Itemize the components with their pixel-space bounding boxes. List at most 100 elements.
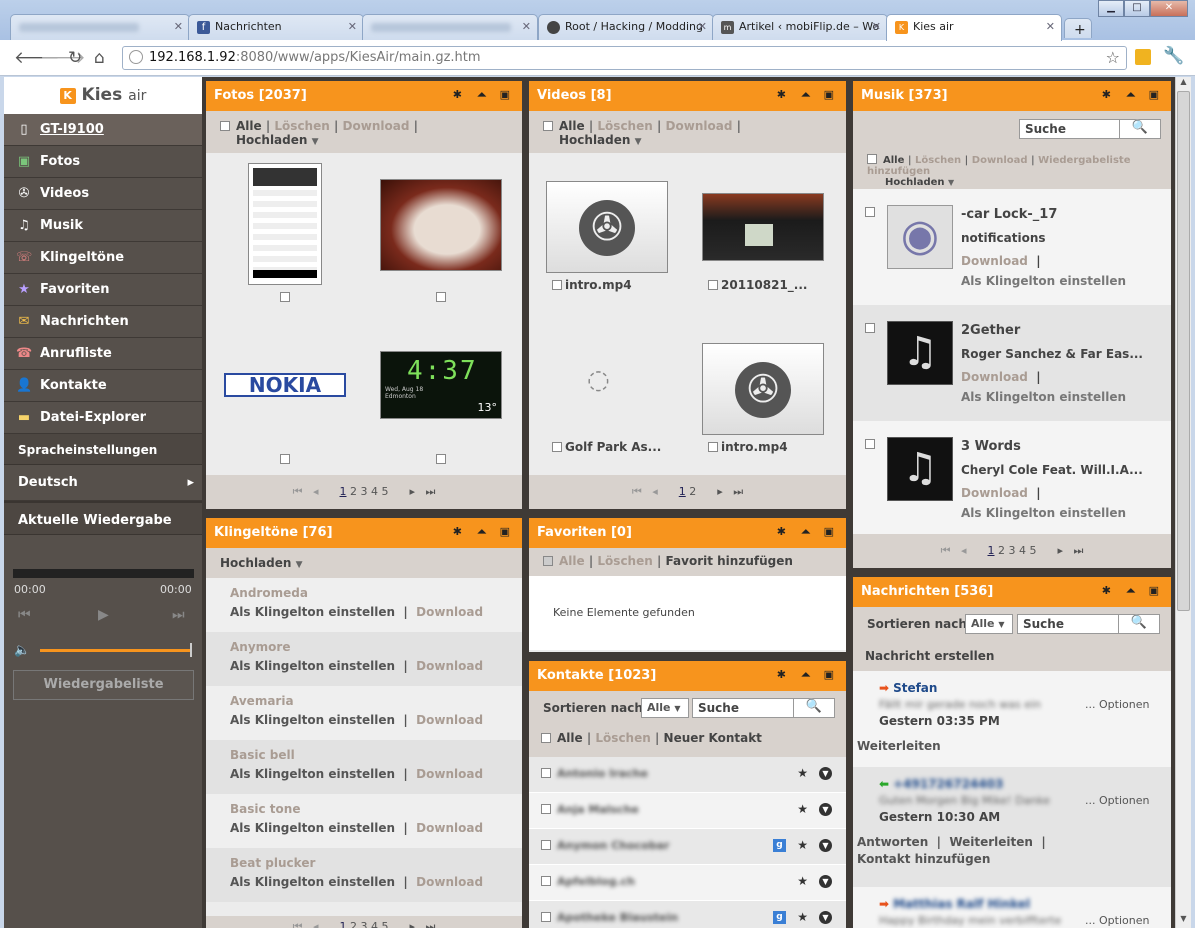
collapse-icon[interactable]: ⏶: [801, 668, 810, 682]
ringtone-download-link[interactable]: Download: [416, 875, 483, 889]
new-contact-button[interactable]: Neuer Kontakt: [664, 731, 762, 745]
download-button[interactable]: Download: [343, 119, 410, 133]
sort-select[interactable]: Alle ▼: [965, 614, 1013, 634]
set-ringtone-link[interactable]: Als Klingelton einstellen: [961, 274, 1126, 288]
ringtone-download-link[interactable]: Download: [416, 659, 483, 673]
chevron-down-icon[interactable]: ▼: [819, 839, 832, 852]
contact-checkbox[interactable]: [541, 840, 551, 850]
close-tab-icon[interactable]: ✕: [174, 20, 183, 33]
sidebar-device[interactable]: ▯ GT-I9100: [4, 114, 202, 146]
page-link[interactable]: 2: [998, 544, 1005, 557]
video-thumbnail[interactable]: ✇: [702, 343, 824, 435]
contact-row[interactable]: Antonio Irache ★ ▼: [529, 757, 846, 793]
close-tab-icon[interactable]: ✕: [698, 20, 707, 33]
previous-icon[interactable]: ⏮: [18, 607, 31, 623]
alle-label[interactable]: Alle: [883, 155, 904, 166]
set-ringtone-link[interactable]: Als Klingelton einstellen: [230, 659, 395, 673]
ringtone-download-link[interactable]: Download: [416, 767, 483, 781]
star-icon[interactable]: ★: [797, 766, 808, 780]
close-tab-icon[interactable]: ✕: [522, 20, 531, 33]
ringtone-item[interactable]: Anymore Als Klingelton einstellen | Downl…: [206, 632, 522, 686]
close-window-button[interactable]: ✕: [1150, 0, 1188, 17]
options-link[interactable]: ... Optionen: [1085, 914, 1149, 927]
page-link[interactable]: 2: [350, 485, 357, 498]
contact-search-input[interactable]: Suche: [692, 698, 794, 718]
scroll-down-icon[interactable]: ▼: [1177, 914, 1190, 928]
chevron-down-icon[interactable]: ▼: [819, 767, 832, 780]
page-link[interactable]: 5: [1030, 544, 1037, 557]
photo-thumbnail[interactable]: 4:37 Wed, Aug 18 Edmonton 13°: [380, 351, 502, 419]
upload-button[interactable]: Hochladen: [885, 177, 945, 188]
message-action-link[interactable]: Weiterleiten: [857, 739, 941, 753]
first-page-icon[interactable]: ⏮: [632, 485, 642, 498]
video-label[interactable]: 20110821_...: [708, 278, 807, 292]
collapse-icon[interactable]: ⏶: [1126, 88, 1135, 102]
settings-icon[interactable]: ✱: [777, 88, 786, 101]
maximize-button[interactable]: □: [1124, 0, 1150, 17]
prev-page-icon[interactable]: ◂: [652, 485, 658, 498]
set-ringtone-link[interactable]: Als Klingelton einstellen: [230, 875, 395, 889]
message-item[interactable]: ➡ Matthias Ralf Hinkel Happy Birthday mein…: [853, 887, 1171, 928]
options-link[interactable]: ... Optionen: [1085, 698, 1149, 711]
select-all-checkbox[interactable]: [541, 733, 551, 743]
page-link[interactable]: 4: [371, 920, 378, 928]
home-icon[interactable]: ⌂: [94, 48, 105, 68]
maximize-icon[interactable]: ▣: [500, 525, 510, 538]
video-label[interactable]: intro.mp4: [552, 278, 632, 292]
sidebar-item-klingeltoene[interactable]: ☏ Klingeltöne: [4, 242, 202, 274]
prev-page-icon[interactable]: ◂: [313, 920, 319, 928]
browser-tab-2[interactable]: f Nachrichten ✕: [188, 14, 364, 40]
sort-select[interactable]: Alle ▼: [641, 698, 689, 718]
prev-page-icon[interactable]: ◂: [313, 485, 319, 498]
sidebar-item-musik[interactable]: ♫ Musik: [4, 210, 202, 242]
video-checkbox[interactable]: [552, 280, 562, 290]
new-tab-button[interactable]: +: [1064, 18, 1092, 38]
close-tab-icon[interactable]: ✕: [872, 20, 881, 33]
sidebar-item-nachrichten[interactable]: ✉ Nachrichten: [4, 306, 202, 338]
select-all-checkbox[interactable]: [543, 556, 553, 566]
next-icon[interactable]: ⏭: [172, 607, 185, 623]
first-page-icon[interactable]: ⏮: [293, 920, 303, 928]
music-download-link[interactable]: Download: [961, 370, 1028, 384]
download-button[interactable]: Download: [972, 155, 1028, 166]
select-all-checkbox[interactable]: [867, 154, 877, 164]
delete-button[interactable]: Löschen: [274, 119, 329, 133]
close-tab-icon[interactable]: ✕: [348, 20, 357, 33]
page-link[interactable]: 5: [382, 920, 389, 928]
collapse-icon[interactable]: ⏶: [1126, 584, 1135, 598]
volume-slider[interactable]: [40, 649, 192, 652]
maximize-icon[interactable]: ▣: [824, 668, 834, 681]
music-download-link[interactable]: Download: [961, 486, 1028, 500]
video-checkbox[interactable]: [708, 442, 718, 452]
last-page-icon[interactable]: ⏭: [1074, 544, 1084, 557]
video-thumbnail[interactable]: [702, 193, 824, 261]
delete-button[interactable]: Löschen: [915, 155, 961, 166]
maximize-icon[interactable]: ▣: [1149, 584, 1159, 597]
chevron-down-icon[interactable]: ▼: [819, 803, 832, 816]
message-item[interactable]: ⬅ +491726724403 Guten Morgen Big Mike! Dan…: [853, 767, 1171, 887]
ringtone-item[interactable]: Avemaria Als Klingelton einstellen | Down…: [206, 686, 522, 740]
photo-checkbox[interactable]: [436, 292, 446, 302]
download-button[interactable]: Download: [666, 119, 733, 133]
set-ringtone-link[interactable]: Als Klingelton einstellen: [961, 390, 1126, 404]
browser-tab-1[interactable]: ✕: [10, 14, 190, 40]
ringtone-download-link[interactable]: Download: [416, 605, 483, 619]
set-ringtone-link[interactable]: Als Klingelton einstellen: [230, 605, 395, 619]
music-item[interactable]: ♫ 2Gether Roger Sanchez & Far Eas... Dow…: [853, 305, 1171, 421]
set-ringtone-link[interactable]: Als Klingelton einstellen: [961, 506, 1126, 520]
contact-row[interactable]: Anja Malsche ★ ▼: [529, 793, 846, 829]
add-favorite-button[interactable]: Favorit hinzufügen: [666, 554, 793, 568]
browser-tab-kies-air[interactable]: K Kies air ✕: [886, 14, 1062, 41]
nokia-logo-photo[interactable]: NOKIA: [224, 373, 346, 397]
alle-label[interactable]: Alle: [559, 119, 585, 133]
chevron-down-icon[interactable]: ▼: [312, 137, 319, 147]
settings-icon[interactable]: ✱: [777, 668, 786, 681]
search-icon[interactable]: 🔍: [1119, 119, 1161, 139]
sidebar-item-fotos[interactable]: ▣ Fotos: [4, 146, 202, 178]
sidebar-item-anrufliste[interactable]: ☎ Anrufliste: [4, 338, 202, 370]
volume-icon[interactable]: 🔈: [14, 643, 30, 658]
contact-checkbox[interactable]: [541, 876, 551, 886]
star-icon[interactable]: ★: [797, 874, 808, 888]
photo-checkbox[interactable]: [436, 454, 446, 464]
select-all-checkbox[interactable]: [220, 121, 230, 131]
